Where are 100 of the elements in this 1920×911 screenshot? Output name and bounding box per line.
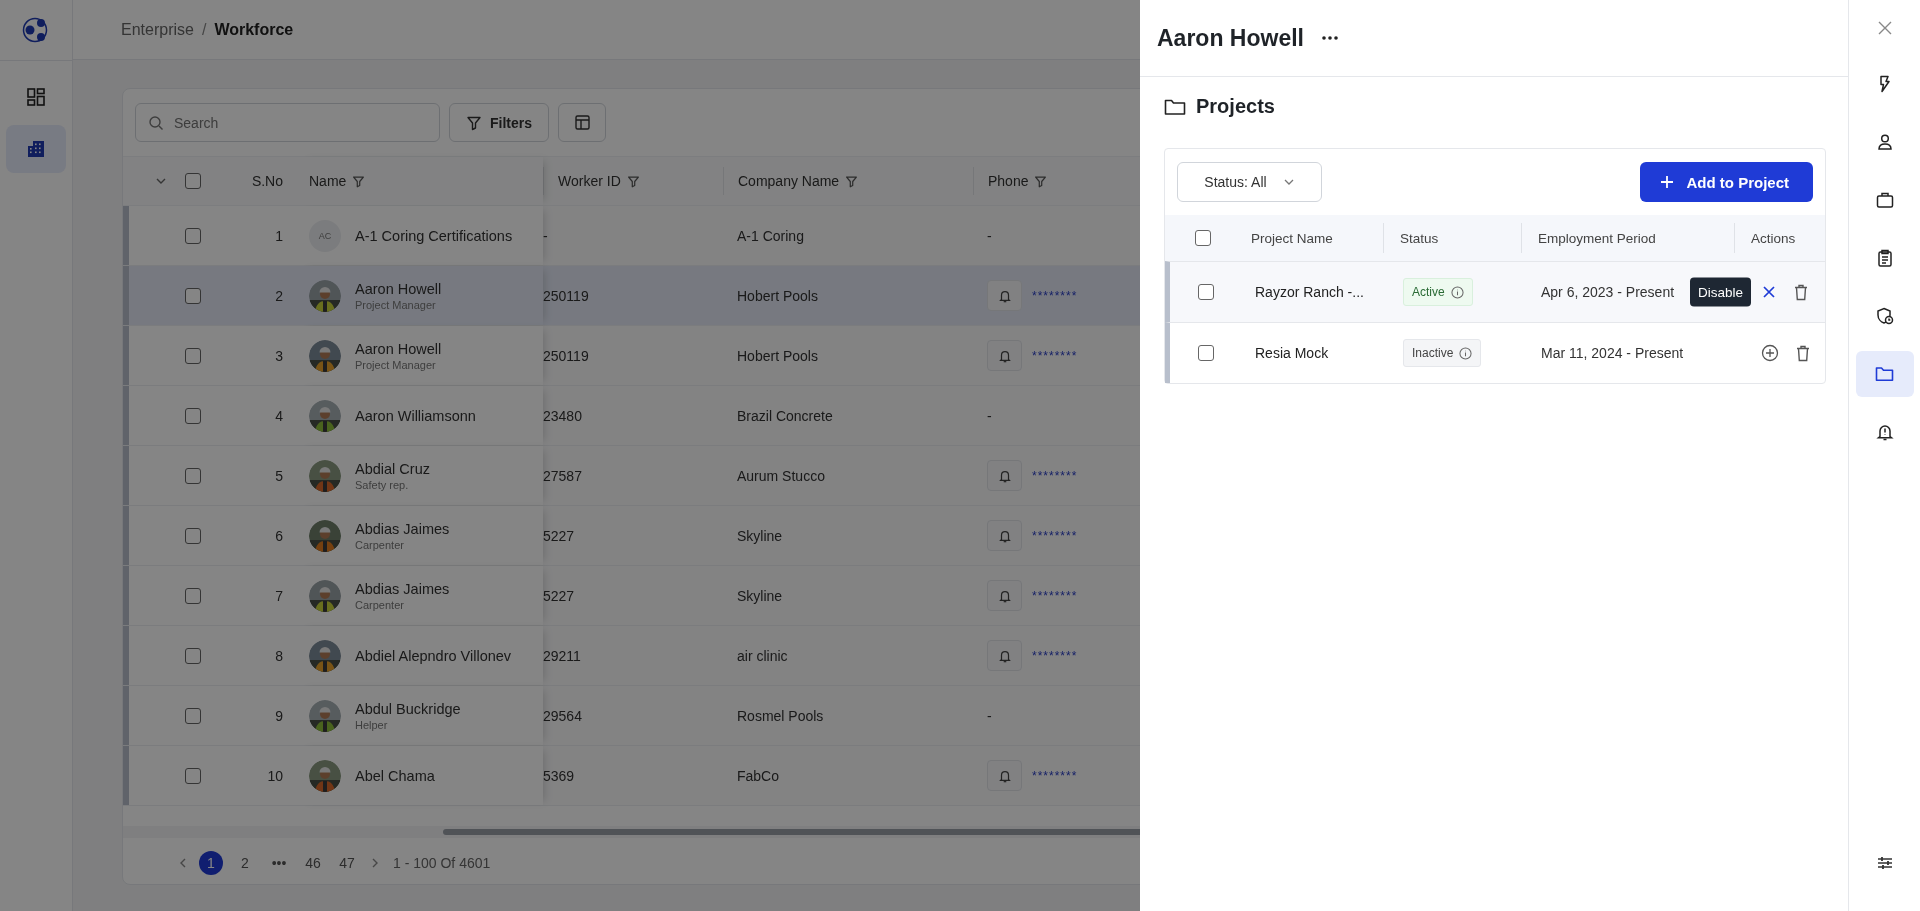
project-row[interactable]: Resia Mock Inactive Mar 11, 2024 - Present <box>1165 322 1825 383</box>
columns-button[interactable] <box>558 103 606 142</box>
filter-icon[interactable] <box>1034 174 1048 188</box>
person-icon <box>1875 133 1894 151</box>
worker-name[interactable]: Abdul Buckridge <box>355 700 461 717</box>
alert-button[interactable] <box>987 580 1022 611</box>
table-cell: air clinic <box>737 647 788 664</box>
page-button[interactable]: 47 <box>335 851 359 875</box>
table-cell: 29564 <box>543 707 582 724</box>
nav-item[interactable] <box>6 125 66 173</box>
table-cell: 250119 <box>543 287 589 304</box>
rail-item[interactable] <box>1855 351 1914 397</box>
bell-icon <box>997 768 1012 783</box>
project-name[interactable]: Rayzor Ranch -... <box>1255 284 1364 300</box>
worker-name[interactable]: Aaron Williamsonn <box>355 407 476 424</box>
row-number: 6 <box>275 527 283 544</box>
shield-icon <box>1875 307 1894 325</box>
table-cell: 250119 <box>543 347 589 364</box>
trash-icon[interactable] <box>1793 283 1809 301</box>
tooltip: Disable <box>1689 277 1751 307</box>
table-cell: Hobert Pools <box>737 287 818 304</box>
checkbox[interactable] <box>185 227 201 244</box>
building-icon <box>26 139 46 159</box>
search-icon <box>148 115 164 131</box>
table-cell: FabCo <box>737 767 780 784</box>
project-name[interactable]: Resia Mock <box>1255 345 1329 361</box>
table-cell: A-1 Coring <box>737 227 804 244</box>
plus-circle-icon[interactable] <box>1761 344 1779 362</box>
checkbox[interactable] <box>185 527 201 544</box>
checkbox[interactable] <box>185 407 201 424</box>
bell-icon <box>997 468 1012 483</box>
worker-name[interactable]: Aaron Howell <box>355 280 442 297</box>
bell-icon <box>997 648 1012 663</box>
filter-icon[interactable] <box>845 174 859 188</box>
table-cell: Skyline <box>737 587 783 604</box>
info-icon[interactable] <box>1450 285 1464 299</box>
close-icon[interactable] <box>1761 284 1777 300</box>
section-title: Projects <box>1196 95 1275 118</box>
worker-name[interactable]: Abdias Jaimes <box>355 580 450 597</box>
add-to-project-button[interactable]: Add to Project <box>1640 162 1813 202</box>
row-number: 10 <box>267 767 283 784</box>
checkbox[interactable] <box>1197 345 1214 361</box>
alert-button[interactable] <box>987 640 1022 671</box>
breadcrumb-item[interactable]: Enterprise <box>121 20 194 39</box>
filter-icon[interactable] <box>352 174 366 188</box>
more-icon[interactable] <box>1321 36 1338 40</box>
column-header: Project Name <box>1251 230 1333 246</box>
project-row[interactable]: Rayzor Ranch -... Active Apr 6, 2023 - Present Disable <box>1165 261 1825 322</box>
worker-role: Project Manager <box>355 358 437 371</box>
worker-name[interactable]: Abdiel Alepndro Villonev <box>355 647 512 664</box>
checkbox[interactable] <box>1195 230 1211 246</box>
status-dropdown[interactable]: Status: All <box>1177 162 1322 202</box>
checkbox[interactable] <box>185 347 201 364</box>
checkbox[interactable] <box>185 707 201 724</box>
column-header: Worker ID <box>558 173 621 189</box>
breadcrumb-separator: / <box>201 20 207 39</box>
page-button[interactable]: 2 <box>233 851 257 875</box>
table-cell: Apr 6, 2023 - Present <box>1541 284 1675 300</box>
filters-button[interactable]: Filters <box>449 103 549 142</box>
alert-button[interactable] <box>987 520 1022 551</box>
worker-role: Helper <box>355 718 389 731</box>
page-button[interactable]: 46 <box>301 851 325 875</box>
column-header: Status <box>1400 230 1439 246</box>
table-cell: ******** <box>1032 288 1078 303</box>
table-cell: 5227 <box>543 587 575 604</box>
worker-name[interactable]: Abdial Cruz <box>355 460 430 477</box>
close-icon[interactable] <box>1877 21 1892 35</box>
checkbox[interactable] <box>185 647 201 664</box>
table-cell: 23480 <box>543 407 582 424</box>
checkbox[interactable] <box>185 173 201 189</box>
alert-button[interactable] <box>987 280 1022 311</box>
row-number: 3 <box>275 347 283 364</box>
checkbox[interactable] <box>185 767 201 784</box>
table-cell: - <box>543 227 548 244</box>
worker-name[interactable]: Aaron Howell <box>355 340 442 357</box>
row-number: 1 <box>275 227 283 244</box>
alert-button[interactable] <box>987 340 1022 371</box>
checkbox[interactable] <box>1197 284 1214 300</box>
alert-button[interactable] <box>987 760 1022 791</box>
search-field[interactable]: Search <box>135 103 440 142</box>
row-number: 8 <box>275 647 283 664</box>
column-header: Phone <box>988 173 1029 189</box>
page-button[interactable]: 1 <box>199 851 223 875</box>
table-cell: - <box>987 707 992 724</box>
checkbox[interactable] <box>185 467 201 484</box>
alert-button[interactable] <box>987 460 1022 491</box>
checkbox[interactable] <box>185 587 201 604</box>
trash-icon[interactable] <box>1795 344 1811 362</box>
checkbox[interactable] <box>185 287 201 304</box>
column-header: Company Name <box>738 173 840 189</box>
row-number: 5 <box>275 467 283 484</box>
worker-name[interactable]: Abdias Jaimes <box>355 520 450 537</box>
table-cell: ******** <box>1032 768 1078 783</box>
worker-name[interactable]: A-1 Coring Certifications <box>355 227 513 244</box>
page-button[interactable]: ••• <box>267 851 291 875</box>
worker-name[interactable]: Abel Chama <box>355 767 435 784</box>
row-number: 7 <box>275 587 283 604</box>
sliders-icon[interactable] <box>1876 855 1893 871</box>
filter-icon[interactable] <box>626 174 640 188</box>
row-number: 9 <box>275 707 283 724</box>
